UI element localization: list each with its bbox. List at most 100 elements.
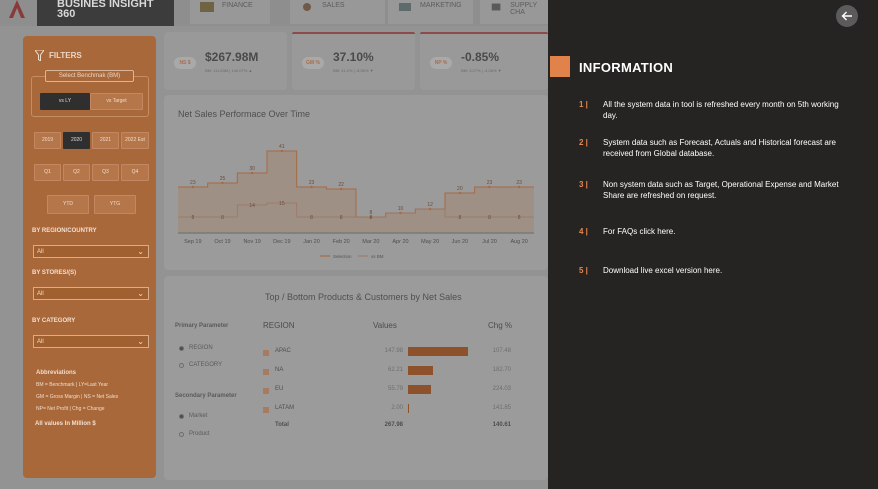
stores-value: All bbox=[37, 291, 44, 297]
radio-dot bbox=[179, 345, 184, 351]
table-row[interactable]: EU 55.79 224.03 bbox=[263, 384, 533, 400]
benchmark-label: Select Benchmak (BM) bbox=[45, 70, 134, 82]
legend-selection-label: Selection bbox=[333, 254, 352, 259]
row-chg: 224.03 bbox=[492, 386, 511, 392]
filters-title: FILTERS bbox=[49, 51, 82, 60]
total-chg: 140.61 bbox=[492, 422, 511, 428]
col-chg[interactable]: Chg % bbox=[488, 321, 512, 330]
table-row[interactable]: APAC 147.98 107.48 bbox=[263, 346, 533, 362]
radio-category[interactable]: CATEGORY bbox=[179, 362, 222, 368]
kpi-gross-margin: GM % 37.10% BM: 41.2% | -8.56% ▼ bbox=[292, 32, 415, 90]
benchmark-vs-ly[interactable]: vs LY bbox=[40, 93, 90, 110]
back-button[interactable] bbox=[836, 5, 858, 27]
chevron-down-icon: ⌄ bbox=[137, 337, 144, 346]
kpi-tag: GM % bbox=[302, 57, 324, 69]
net-sales-line-chart: 23 8 Sep 19 25 8 Oct 19 30 14 Nov 19 41 15 Dec 19 23… bbox=[178, 144, 534, 259]
finance-icon bbox=[200, 2, 214, 12]
info-item-number: 5 | bbox=[579, 266, 588, 275]
tab-supply-chain[interactable]: SUPPLY CHA bbox=[480, 0, 548, 24]
region-label: BY REGION/COUNTRY bbox=[32, 228, 97, 234]
tab-marketing-label: MARKETING bbox=[420, 2, 462, 9]
information-panel: INFORMATION 1 | All the system data in t… bbox=[548, 0, 878, 489]
benchmark-vs-target[interactable]: vs Target bbox=[90, 93, 143, 110]
kpi-subtext: BM: 3.27% | -4.06% ▼ bbox=[461, 68, 502, 73]
col-values[interactable]: Values bbox=[373, 321, 397, 330]
radio-market[interactable]: Market bbox=[179, 413, 207, 419]
year-2020[interactable]: 2020 bbox=[63, 132, 90, 149]
data-label-top: 30 bbox=[249, 166, 255, 172]
radio-label: CATEGORY bbox=[189, 362, 223, 368]
year-2019[interactable]: 2019 bbox=[34, 132, 61, 149]
period-ytd[interactable]: YTD bbox=[47, 195, 89, 214]
region-dropdown[interactable]: All ⌄ bbox=[33, 245, 149, 258]
quarter-q3[interactable]: Q3 bbox=[92, 164, 119, 181]
year-2022-est[interactable]: 2022 Est bbox=[121, 132, 149, 149]
category-dropdown[interactable]: All ⌄ bbox=[33, 335, 149, 348]
selection-point bbox=[399, 211, 402, 215]
period-ytg[interactable]: YTG bbox=[94, 195, 136, 214]
data-label-bottom: 15 bbox=[279, 201, 285, 207]
x-tick-label: Apr 20 bbox=[392, 239, 408, 245]
tab-finance-label: FINANCE bbox=[222, 2, 253, 9]
x-tick-label: Dec 19 bbox=[273, 239, 290, 245]
table-row[interactable]: LATAM 2.00 141.85 bbox=[263, 403, 533, 419]
marketing-icon bbox=[399, 3, 411, 11]
data-label-top: 23 bbox=[309, 180, 315, 186]
selection-point bbox=[339, 187, 343, 191]
row-value-bar bbox=[408, 385, 431, 394]
quarter-q2[interactable]: Q2 bbox=[63, 164, 90, 181]
kpi-value: 37.10% bbox=[333, 50, 374, 64]
radio-label: Product bbox=[189, 431, 210, 437]
data-label-top: 10 bbox=[398, 206, 404, 212]
logo-icon bbox=[9, 0, 25, 18]
funnel-icon bbox=[35, 50, 44, 61]
tab-marketing[interactable]: MARKETING bbox=[388, 0, 473, 24]
tab-sales[interactable]: SALES bbox=[290, 0, 385, 24]
selection-point bbox=[517, 185, 521, 189]
data-label-bottom: 8 bbox=[340, 215, 343, 221]
info-item-number: 2 | bbox=[579, 138, 588, 147]
tab-supply-chain-label: SUPPLY CHA bbox=[510, 2, 538, 16]
data-label-bottom: 8 bbox=[191, 215, 194, 221]
info-item-number: 4 | bbox=[579, 227, 588, 236]
x-tick-label: Jan 20 bbox=[303, 239, 320, 245]
total-label: Total bbox=[275, 422, 289, 428]
data-label-top: 22 bbox=[338, 182, 344, 188]
x-tick-label: Feb 20 bbox=[333, 239, 350, 245]
radio-product[interactable]: Product bbox=[179, 431, 210, 437]
data-label-bottom: 8 bbox=[458, 215, 461, 221]
col-region[interactable]: REGION bbox=[263, 321, 295, 330]
table-row[interactable]: NA 62.21 182.70 bbox=[263, 365, 533, 381]
kpi-status-line bbox=[420, 32, 548, 34]
radio-region[interactable]: REGION bbox=[179, 345, 213, 351]
kpi-value: $267.98M bbox=[205, 50, 259, 64]
primary-parameter-label: Primary Parameter bbox=[175, 323, 229, 329]
abbreviations-title: Abbreviations bbox=[36, 370, 77, 376]
kpi-tag: NS $ bbox=[174, 57, 196, 69]
selection-point bbox=[458, 191, 462, 195]
quarter-q4[interactable]: Q4 bbox=[121, 164, 149, 181]
row-swatch bbox=[263, 407, 269, 413]
data-label-bottom: 8 bbox=[310, 215, 313, 221]
x-tick-label: Nov 19 bbox=[243, 239, 260, 245]
row-region: NA bbox=[275, 367, 284, 373]
info-item-number: 1 | bbox=[579, 100, 588, 109]
app-title: BUSINES INSIGHT 360 bbox=[37, 0, 174, 26]
download-excel-link[interactable]: Download live excel version here. bbox=[603, 265, 843, 276]
arrow-left-icon bbox=[841, 11, 852, 21]
category-value: All bbox=[37, 339, 44, 345]
data-label-top: 25 bbox=[220, 176, 226, 182]
faq-link[interactable]: For FAQs click here. bbox=[603, 226, 843, 237]
x-tick-label: Jul 20 bbox=[482, 239, 497, 245]
x-tick-label: Sep 19 bbox=[184, 239, 201, 245]
data-label-top: 23 bbox=[516, 180, 522, 186]
year-2021[interactable]: 2021 bbox=[92, 132, 119, 149]
tab-finance[interactable]: FINANCE bbox=[190, 0, 270, 24]
data-label-bottom: 8 bbox=[488, 215, 491, 221]
row-value: 2.00 bbox=[391, 405, 403, 411]
selection-point bbox=[191, 185, 195, 189]
row-swatch bbox=[263, 350, 269, 356]
stores-dropdown[interactable]: All ⌄ bbox=[33, 287, 149, 300]
quarter-q1[interactable]: Q1 bbox=[34, 164, 61, 181]
row-swatch bbox=[263, 388, 269, 394]
